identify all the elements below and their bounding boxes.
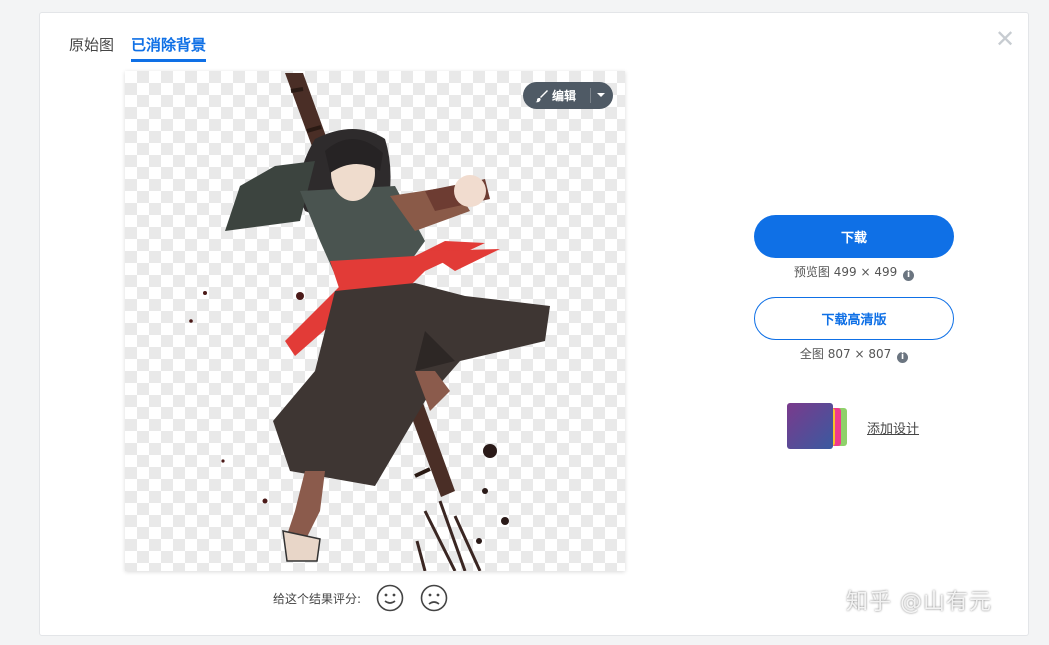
chevron-down-icon[interactable] bbox=[597, 93, 605, 97]
preview-size: 499 × 499 bbox=[833, 265, 898, 279]
smile-icon[interactable] bbox=[375, 583, 405, 613]
download-hd-button[interactable]: 下载高清版 bbox=[754, 297, 954, 340]
watermark: 知乎 @山有元 bbox=[846, 590, 992, 615]
tab-removed-background[interactable]: 已消除背景 bbox=[131, 35, 207, 62]
full-size-info: 全图 807 × 807 i bbox=[754, 346, 954, 363]
result-rating: 给这个结果评分: bbox=[273, 583, 449, 613]
add-design-link[interactable]: 添加设计 bbox=[787, 403, 919, 451]
design-thumbnails bbox=[787, 403, 859, 451]
full-label: 全图 bbox=[799, 347, 824, 361]
dialog: ✕ 原始图 已消除背景 编辑 给这个结果评分: 下载 预览图 499 × 499… bbox=[39, 12, 1029, 636]
result-preview: 编辑 bbox=[125, 71, 625, 571]
edit-button-label: 编辑 bbox=[552, 89, 577, 103]
add-design-label: 添加设计 bbox=[867, 421, 920, 437]
info-icon[interactable]: i bbox=[897, 352, 909, 363]
edit-button[interactable]: 编辑 bbox=[523, 82, 613, 109]
character-illustration bbox=[189, 73, 550, 571]
tab-bar: 原始图 已消除背景 bbox=[69, 35, 207, 62]
frown-icon[interactable] bbox=[419, 583, 449, 613]
brush-icon bbox=[535, 89, 548, 102]
full-size: 807 × 807 bbox=[827, 347, 892, 361]
preview-label: 预览图 bbox=[793, 265, 830, 279]
info-icon[interactable]: i bbox=[903, 270, 915, 281]
rating-label: 给这个结果评分: bbox=[273, 591, 362, 606]
tab-original[interactable]: 原始图 bbox=[69, 35, 114, 59]
preview-size-info: 预览图 499 × 499 i bbox=[754, 264, 954, 281]
download-panel: 下载 预览图 499 × 499 i 下载高清版 全图 807 × 807 i bbox=[754, 215, 954, 363]
download-button[interactable]: 下载 bbox=[754, 215, 954, 258]
divider bbox=[590, 88, 591, 103]
thumbnail-image bbox=[787, 403, 833, 449]
close-icon[interactable]: ✕ bbox=[994, 27, 1016, 51]
